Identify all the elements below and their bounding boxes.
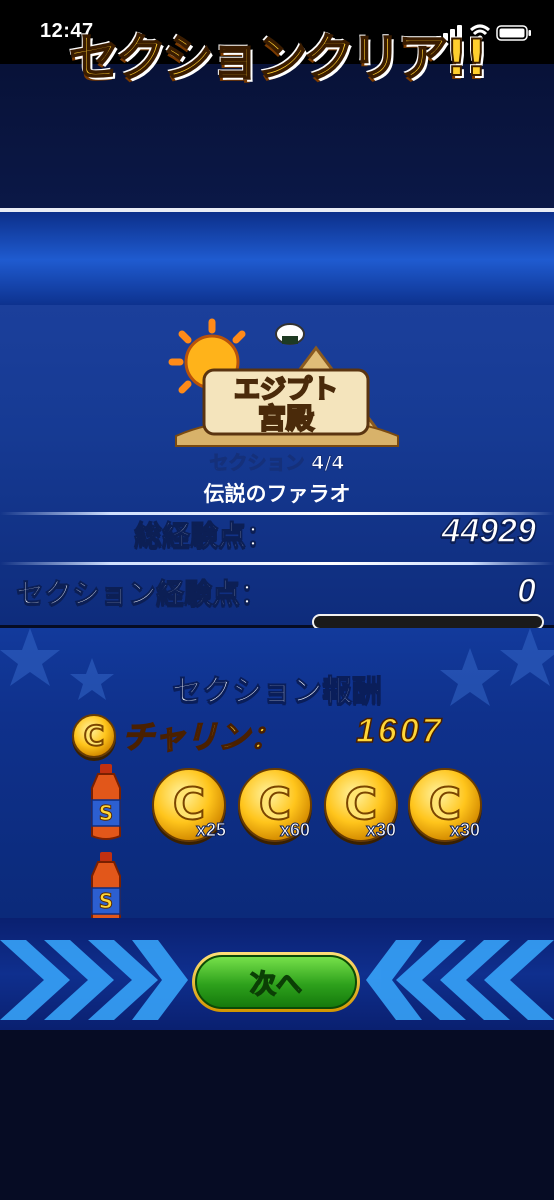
bottle-icon: S <box>84 852 128 928</box>
backdrop-bottom <box>0 1030 554 1200</box>
section-clear-title: セクションクリア!! <box>68 28 489 88</box>
svg-text:S: S <box>99 889 113 913</box>
logo-line2: 宮殿 <box>258 402 314 435</box>
next-button-label: 次へ <box>249 969 303 1001</box>
charin-value: 1607 <box>355 711 444 751</box>
logo-line1: エジプト <box>234 375 338 405</box>
coin-multiplier: x60 <box>279 820 311 841</box>
svg-text:S: S <box>99 801 113 825</box>
charin-label: チャリン： <box>121 717 282 757</box>
section-exp-value: 0 <box>516 571 536 611</box>
coin-multiplier: x30 <box>365 820 397 841</box>
rewards-title: セクション報酬 <box>172 674 383 710</box>
section-exp-label: セクション経験点： <box>15 577 269 611</box>
section-number: セクション 4/4 <box>209 452 345 475</box>
coin-multiplier: x30 <box>449 820 481 841</box>
section-clear-banner <box>0 208 554 311</box>
charin-coin-icon: C <box>72 714 116 758</box>
coin-multiplier: x25 <box>195 820 227 841</box>
section-name: 伝説のファラオ <box>203 482 351 506</box>
next-button[interactable]: 次へ <box>192 952 360 1012</box>
divider <box>0 562 554 565</box>
total-exp-value: 44929 <box>441 511 537 551</box>
left-chevrons-icon <box>0 940 188 1020</box>
bottle-icon: S <box>84 764 128 840</box>
egypt-palace-logo: エジプト 宮殿 <box>168 318 399 447</box>
rice-ball-icon <box>275 323 305 345</box>
right-chevrons-icon <box>366 940 554 1020</box>
total-exp-label: 総経験点： <box>133 519 275 553</box>
